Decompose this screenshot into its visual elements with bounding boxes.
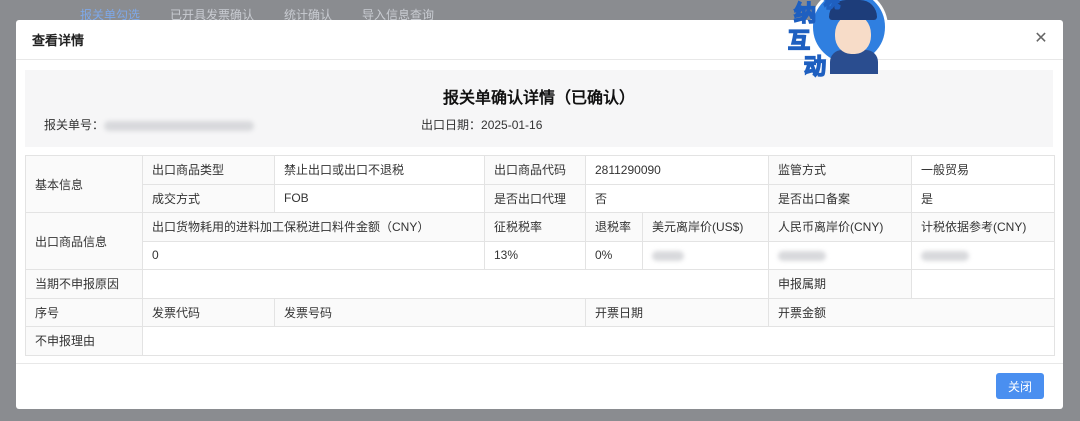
deal-mode-label: 成交方式 [142, 183, 275, 213]
mascot-face [835, 14, 871, 54]
declaration-no-label: 报关单号： [44, 118, 105, 132]
close-button[interactable]: 关闭 [996, 373, 1044, 399]
table-row: 不申报理由 [25, 326, 1056, 356]
no-declare-reason-label: 当期不申报原因 [25, 269, 143, 299]
invoice-no-label: 发票号码 [274, 297, 586, 327]
product-info-section: 出口商品信息 [25, 212, 143, 270]
invoice-amount-label: 开票金额 [768, 297, 1056, 327]
table-row: 基本信息 出口商品类型 禁止出口或出口不退税 出口商品代码 2811290090… [25, 155, 1056, 213]
summary-title: 报关单确认详情（已确认） [442, 90, 635, 107]
summary-panel: 报关单确认详情（已确认） 报关单号： 出口日期：2025-01-16 [25, 70, 1053, 147]
filing-label: 是否出口备案 [768, 183, 913, 213]
tax-basis-redacted [921, 251, 970, 262]
table-row: 0 13% 0% [26, 240, 1056, 270]
levy-rate-value: 13% [484, 240, 586, 270]
refund-rate-label: 退税率 [585, 212, 643, 242]
mascot-char-2: 税 [823, 0, 841, 12]
detail-modal: 查看详情 ✕ 报关单确认详情（已确认） 报关单号： 出口日期：2025-01-1… [16, 20, 1063, 409]
usd-fob-label: 美元离岸价(US$) [641, 212, 770, 242]
cny-fob-value [768, 240, 913, 270]
detail-table: 基本信息 出口商品类型 禁止出口或出口不退税 出口商品代码 2811290090… [25, 155, 1056, 356]
refund-rate-value: 0% [585, 240, 643, 270]
agent-value: 否 [584, 183, 770, 213]
bonded-amount-value: 0 [142, 240, 485, 270]
levy-rate-label: 征税税率 [484, 212, 586, 242]
declaration-no-field: 报关单号： [44, 116, 255, 133]
period-value [911, 269, 1056, 299]
tax-basis-label: 计税依据参考(CNY) [911, 212, 1056, 242]
product-code-label: 出口商品代码 [484, 155, 586, 185]
declaration-no-redacted [104, 120, 255, 131]
supervision-label: 监管方式 [768, 155, 913, 185]
usd-fob-redacted [652, 251, 684, 262]
basic-info-section: 基本信息 [25, 155, 143, 213]
usd-fob-value [641, 240, 770, 270]
period-label: 申报属期 [768, 269, 913, 299]
cny-fob-label: 人民币离岸价(CNY) [768, 212, 913, 242]
table-row: 当期不申报原因 申报属期 [25, 269, 1056, 299]
deal-mode-value: FOB [274, 183, 485, 213]
table-row: 出口商品信息 出口货物耗用的进料加工保税进口料件金额（CNY） 征税税率 退税率… [25, 212, 1056, 270]
agent-label: 是否出口代理 [484, 183, 586, 213]
no-declare-cause-label: 不申报理由 [25, 326, 143, 356]
product-type-label: 出口商品类型 [142, 155, 275, 185]
tax-mascot-badge: 纳 税 互 动 [780, 0, 890, 81]
invoice-code-label: 发票代码 [142, 297, 275, 327]
seq-label: 序号 [25, 297, 143, 327]
filing-value: 是 [911, 183, 1056, 213]
export-date-field: 出口日期：2025-01-16 [421, 116, 542, 133]
modal-title: 查看详情 [32, 33, 85, 48]
modal-footer: 关闭 [16, 363, 1063, 409]
no-declare-reason-value [141, 269, 770, 299]
no-declare-cause-value [141, 326, 1056, 356]
invoice-date-label: 开票日期 [584, 297, 770, 327]
table-row: 序号 发票代码 发票号码 开票日期 开票金额 [25, 297, 1056, 327]
cny-fob-redacted [778, 251, 827, 262]
bonded-amount-label: 出口货物耗用的进料加工保税进口料件金额（CNY） [142, 212, 485, 242]
product-code-value: 2811290090 [584, 155, 770, 185]
tax-basis-value [911, 240, 1056, 270]
table-row: 成交方式 FOB 是否出口代理 否 是否出口备案 是 [26, 183, 1056, 213]
mascot-char-4: 动 [803, 54, 827, 81]
close-icon[interactable]: ✕ [1033, 31, 1049, 47]
product-type-value: 禁止出口或出口不退税 [274, 155, 485, 185]
modal-header: 查看详情 ✕ [16, 20, 1063, 60]
supervision-value: 一般贸易 [911, 155, 1056, 185]
export-date-label: 出口日期： [421, 118, 482, 132]
export-date-value: 2025-01-16 [481, 118, 543, 132]
